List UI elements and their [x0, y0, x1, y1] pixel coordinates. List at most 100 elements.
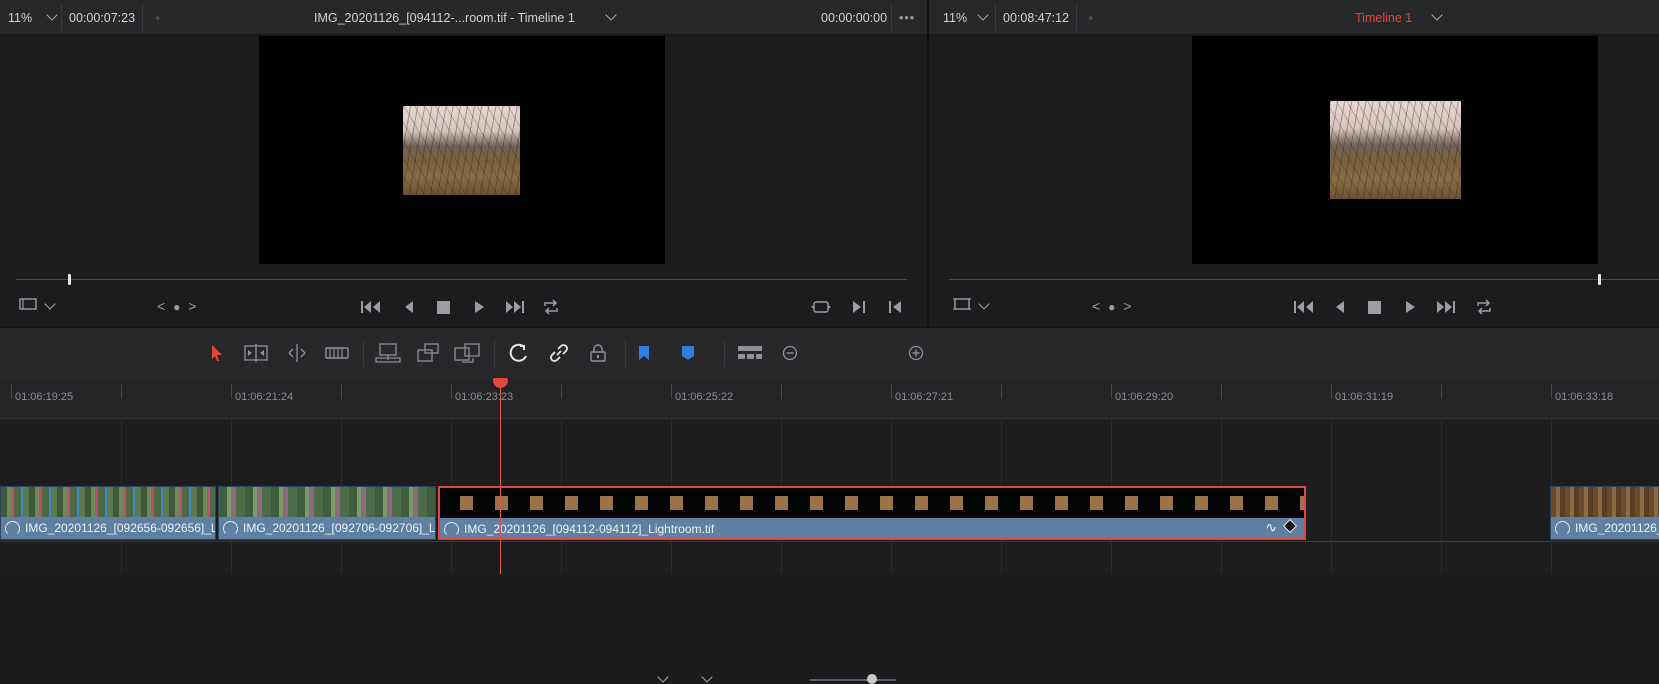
play-icon[interactable] [473, 300, 485, 318]
ruler-tick [231, 384, 232, 399]
more-options-icon[interactable]: ••• [899, 0, 915, 34]
chevron-down-icon[interactable] [657, 671, 669, 683]
timeline-frame [1192, 36, 1598, 264]
skip-to-start-icon[interactable] [1294, 300, 1314, 318]
step-back-icon[interactable] [1334, 300, 1346, 318]
source-zoom-value: 11% [8, 11, 33, 25]
timeline-clip[interactable]: IMG_20201126_[092656-092656]_Li... [0, 486, 216, 540]
source-clip-title-text: IMG_20201126_[094112-...room.tif - Timel… [314, 11, 575, 25]
jog-dot-icon: ● [1108, 300, 1116, 314]
ruler-label: 01:06:25:22 [675, 391, 734, 403]
ruler-label: 01:06:29:20 [1115, 391, 1174, 403]
ruler-label: 01:06:21:24 [235, 391, 294, 403]
zoom-slider-track[interactable] [810, 679, 896, 681]
skip-to-end-icon[interactable] [1436, 300, 1456, 318]
flag-icon[interactable] [636, 341, 652, 365]
source-clip-title[interactable]: IMG_20201126_[094112-...room.tif - Timel… [314, 0, 624, 34]
source-scrubber-handle[interactable] [68, 274, 71, 285]
skip-to-end-icon[interactable] [505, 300, 525, 318]
stop-icon[interactable] [437, 301, 450, 318]
ruler-tick [451, 384, 452, 399]
chevron-down-icon[interactable] [44, 298, 56, 310]
timeline-options-dot-icon[interactable]: ⚬ [1087, 0, 1095, 34]
grid-line [1441, 419, 1442, 574]
loop-icon[interactable] [1475, 299, 1493, 319]
chevron-down-icon[interactable] [978, 298, 990, 310]
ruler-tick [1331, 384, 1332, 399]
timeline-title-dropdown[interactable]: Timeline 1 [1355, 0, 1445, 34]
ruler-tick [891, 384, 892, 399]
step-back-icon[interactable] [403, 300, 415, 318]
timeline-clip[interactable]: IMG_20201126_[092706-092706]_Li... [218, 486, 436, 540]
position-lock-icon[interactable] [587, 341, 609, 365]
curve-icon[interactable]: ∿ [1265, 519, 1277, 536]
timeline-zoom-dropdown[interactable]: 11% [943, 0, 995, 34]
zoom-in-icon[interactable] [908, 341, 924, 365]
replace-clip-icon[interactable] [452, 341, 482, 365]
chevron-down-icon [605, 9, 617, 21]
header-separator [891, 3, 892, 31]
mark-out-icon[interactable] [888, 300, 902, 318]
viewer-layout-icon[interactable] [953, 297, 971, 315]
timeline-clip-selected[interactable]: IMG_20201126_[094112-094112]_Lightroom.t… [438, 486, 1306, 540]
source-duration: 00:00:07:23 [69, 11, 136, 25]
ruler-tick [1111, 384, 1112, 399]
timeline-viewer-header: 11% 00:08:47:12 ⚬ Timeline 1 [929, 0, 1659, 35]
marker-icon[interactable] [680, 341, 696, 365]
match-frame-icon[interactable] [811, 300, 831, 318]
source-scrubber[interactable] [16, 279, 907, 280]
ruler-tick [1001, 384, 1002, 399]
overwrite-clip-icon[interactable] [414, 341, 442, 365]
selection-arrow-icon[interactable] [208, 341, 226, 365]
snapping-icon[interactable] [508, 341, 530, 365]
playhead-line[interactable] [500, 378, 501, 574]
clip-name: IMG_20201126_[092706-092706]_Li... [243, 521, 435, 535]
viewer-layout-icon[interactable] [19, 297, 37, 315]
timeline-viewer[interactable]: < ● > [929, 35, 1659, 325]
ruler-tick [1221, 384, 1222, 399]
ruler-label: 01:06:27:21 [895, 391, 954, 403]
dynamic-trim-icon[interactable] [283, 341, 311, 365]
insert-clip-icon[interactable] [374, 341, 402, 365]
timeline-clip[interactable]: IMG_20201126_0 [1550, 486, 1659, 540]
jog-dot-icon: ● [173, 300, 181, 314]
ruler-tick [781, 384, 782, 399]
ruler-tick [341, 384, 342, 399]
chevron-down-icon[interactable] [701, 671, 713, 683]
zoom-out-icon[interactable] [782, 341, 798, 365]
clip-name: IMG_20201126_[092656-092656]_Li... [25, 521, 215, 535]
jog-control[interactable]: < ● > [157, 298, 196, 315]
blade-icon[interactable] [324, 341, 350, 365]
jog-left: < [1092, 298, 1101, 314]
play-icon[interactable] [1404, 300, 1416, 318]
jog-control[interactable]: < ● > [1092, 298, 1131, 315]
linked-selection-icon[interactable] [548, 341, 570, 365]
zoom-slider-knob[interactable] [867, 674, 877, 684]
loop-icon[interactable] [542, 299, 560, 319]
edit-toolbar [0, 327, 1659, 684]
header-separator [142, 3, 143, 31]
timeline-duration: 00:08:47:12 [1003, 11, 1070, 25]
mark-in-icon[interactable] [852, 300, 866, 318]
source-options-dot-icon[interactable]: ⚬ [154, 0, 162, 34]
ruler-tick [1441, 384, 1442, 399]
header-separator [61, 3, 62, 31]
source-timecode: 00:00:00:00 [821, 11, 888, 25]
toolbar-separator [724, 340, 725, 367]
jog-left: < [157, 298, 166, 314]
source-viewer[interactable]: < ● > [0, 35, 927, 325]
stop-icon[interactable] [1368, 301, 1381, 318]
timeline-ruler[interactable]: 01:06:19:25 01:06:21:24 01:06:23:23 01:0… [0, 378, 1659, 419]
timeline-scrubber[interactable] [949, 279, 1659, 280]
source-zoom-dropdown[interactable]: 11% [8, 0, 60, 34]
timeline-scrubber-handle[interactable] [1598, 274, 1601, 285]
trim-icon[interactable] [241, 341, 271, 365]
source-image [403, 106, 520, 195]
track-height-icon[interactable] [736, 341, 764, 365]
timeline-zoom-value: 11% [943, 11, 968, 25]
clip-thumbnails [219, 487, 435, 517]
skip-to-start-icon[interactable] [361, 300, 381, 318]
ruler-tick [561, 384, 562, 399]
clip-thumbnails [1551, 487, 1659, 517]
ruler-tick [1551, 384, 1552, 399]
